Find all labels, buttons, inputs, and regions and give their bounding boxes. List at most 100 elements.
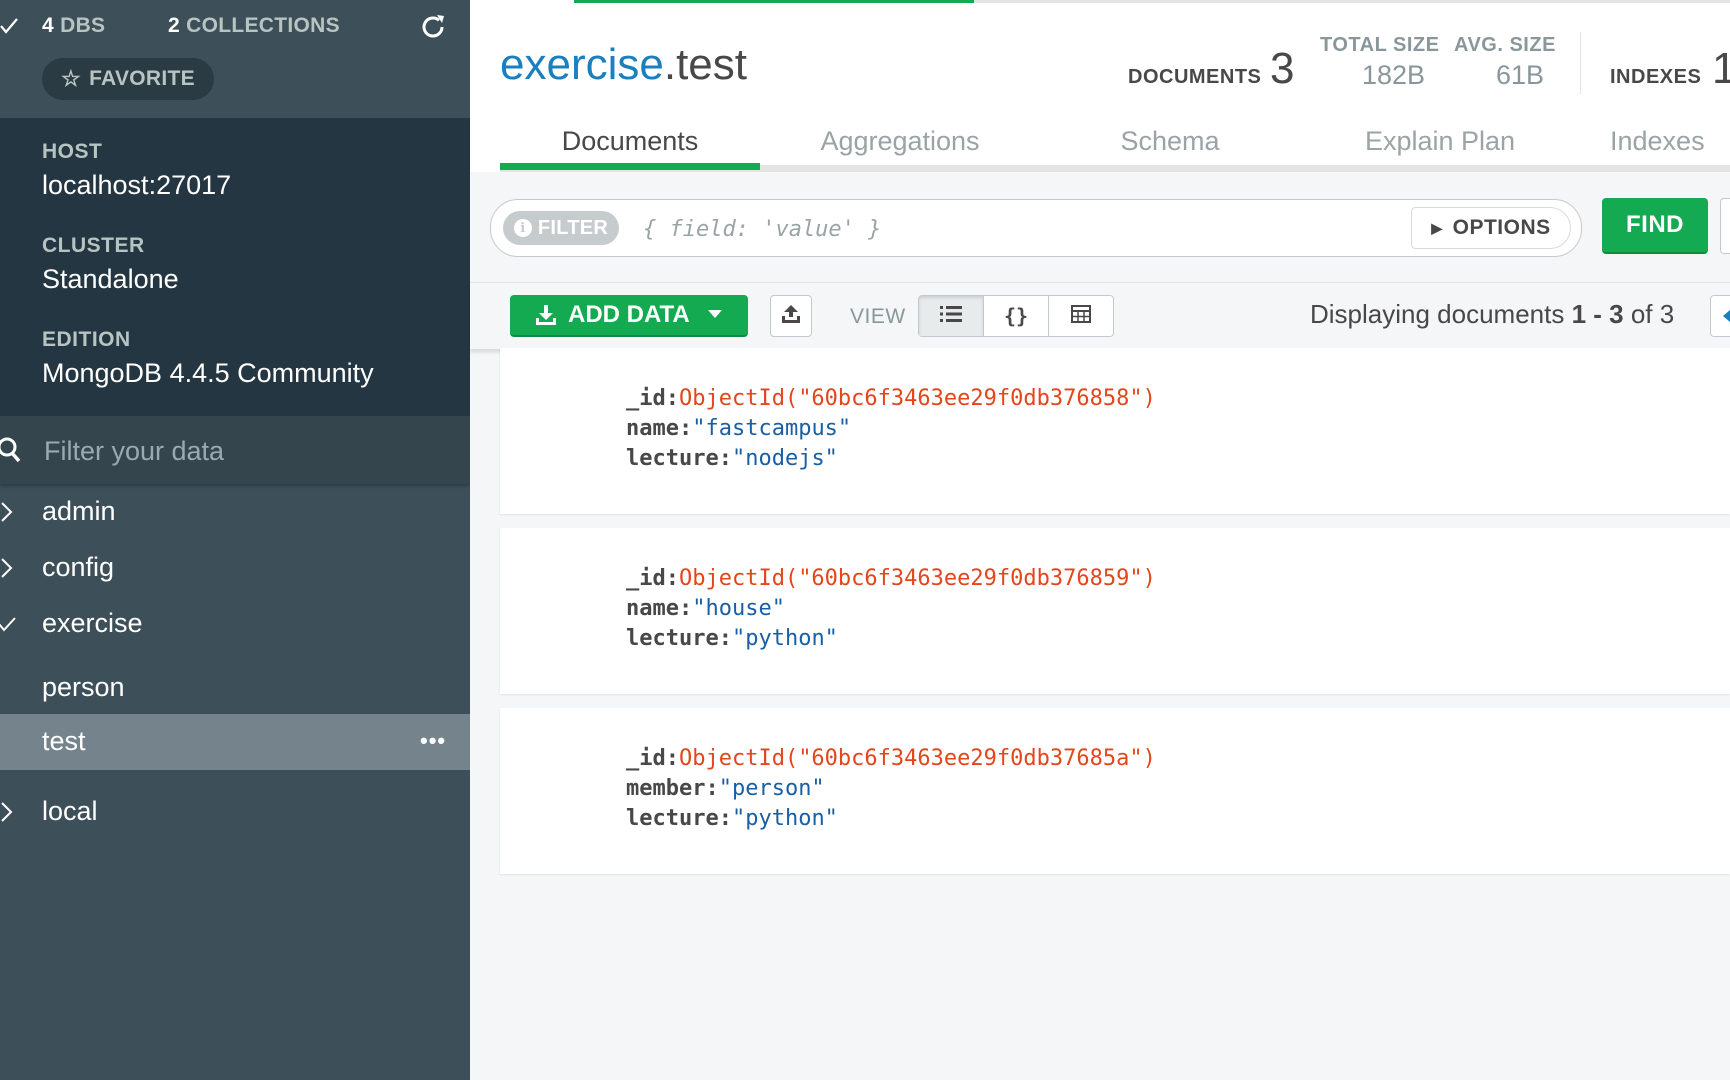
prev-page-button[interactable] [1710,295,1730,337]
pagination-total: 3 [1659,299,1675,329]
table-view-button[interactable] [1049,296,1113,336]
document-field: name:"house" [626,596,785,621]
stats-divider [1580,32,1581,94]
document-field: _id:ObjectId("60bc6f3463ee29f0db37685a") [626,746,1156,771]
collection-header: exercise.test DOCUMENTS 3 TOTAL SIZE 182… [470,0,1730,172]
document-field: lecture:"nodejs" [626,446,838,471]
main-panel: exercise.test DOCUMENTS 3 TOTAL SIZE 182… [470,0,1730,1080]
db-name: admin [42,496,116,526]
namespace-db[interactable]: exercise [500,40,664,89]
document-list: _id:ObjectId("60bc6f3463ee29f0db376858")… [470,348,1730,888]
documents-label: DOCUMENTS [1128,66,1262,88]
options-button[interactable]: ▶ OPTIONS [1411,207,1571,249]
tab-aggregations[interactable]: Aggregations [770,110,1030,172]
tab-strip-rule [974,0,1730,3]
more-icon[interactable]: ••• [420,728,446,754]
db-name: config [42,552,115,582]
json-view-icon: {} [1003,304,1029,328]
field-key: lecture: [626,806,732,831]
tab-indexes[interactable]: Indexes [1580,110,1730,172]
view-switcher: {} [918,295,1114,337]
document-card[interactable]: _id:ObjectId("60bc6f3463ee29f0db37685a")… [500,708,1730,874]
sidebar-filter [0,416,470,484]
add-data-button[interactable]: ADD DATA [510,295,748,337]
indexes-label: INDEXES [1610,66,1702,88]
pagination-summary: Displaying documents 1 - 3 of 3 [1310,299,1674,330]
document-card[interactable]: _id:ObjectId("60bc6f3463ee29f0db376858")… [500,348,1730,514]
field-value: "fastcampus" [692,416,852,441]
pagination-of: of [1623,299,1660,329]
options-label: OPTIONS [1452,216,1551,239]
check-icon[interactable] [0,16,18,36]
cluster-value: Standalone [42,264,179,294]
total-size-value: 182B [1362,60,1426,90]
chevron-right-icon [0,556,16,580]
sidebar: 4 DBS 2 COLLECTIONS ☆ FAVORITE HOST loca… [0,0,470,1080]
sidebar-filter-input[interactable] [42,430,446,472]
db-name: local [42,796,98,826]
sidebar-db-admin[interactable]: admin [0,484,470,540]
filter-input[interactable] [641,210,1345,248]
field-value: ObjectId("60bc6f3463ee29f0db37685a") [678,746,1156,771]
db-count-number: 4 [42,14,54,37]
caret-right-icon: ▶ [1431,219,1443,236]
tab-label: Documents [561,125,699,156]
avg-size-value: 61B [1496,60,1545,90]
document-field: _id:ObjectId("60bc6f3463ee29f0db376859") [626,566,1156,591]
sidebar-db-exercise[interactable]: exercise [0,596,470,652]
field-key: lecture: [626,626,732,651]
namespace-title: exercise.test [500,40,747,90]
active-tab-underline [500,163,760,170]
document-card[interactable]: _id:ObjectId("60bc6f3463ee29f0db376859")… [500,528,1730,694]
field-value: ObjectId("60bc6f3463ee29f0db376859") [678,566,1156,591]
collection-count-number: 2 [168,14,180,37]
tab-explain-plan[interactable]: Explain Plan [1310,110,1570,172]
db-count-label: DBS [60,14,106,37]
search-icon [0,435,22,465]
cluster-label: CLUSTER [42,234,145,257]
instance-info: HOST localhost:27017 CLUSTER Standalone … [0,118,470,416]
db-count: 4 DBS [42,14,105,44]
edition-label: EDITION [42,328,131,351]
host-label: HOST [42,140,103,163]
find-button[interactable]: FIND [1602,198,1708,254]
field-value: "python" [731,626,838,651]
tab-schema[interactable]: Schema [1040,110,1300,172]
export-button[interactable] [770,295,812,337]
sidebar-collection-test[interactable]: test ••• [0,714,470,770]
find-label: FIND [1626,211,1684,238]
field-key: lecture: [626,446,732,471]
json-view-button[interactable]: {} [984,296,1049,336]
field-key: name: [626,596,693,621]
field-value: "person" [718,776,825,801]
field-value: ObjectId("60bc6f3463ee29f0db376858") [678,386,1156,411]
edition-value: MongoDB 4.4.5 Community [42,358,374,388]
sidebar-db-config[interactable]: config [0,540,470,596]
field-key: name: [626,416,693,441]
tab-strip-indicator [574,0,974,3]
documents-toolbar: ADD DATA VIEW {} Displaying documents 1 … [470,282,1730,349]
range-separator: - [1586,299,1610,329]
collection-count: 2 COLLECTIONS [168,14,340,44]
caret-down-icon [708,310,722,318]
favorite-button[interactable]: ☆ FAVORITE [42,58,214,100]
table-view-icon [1071,304,1091,328]
tab-label: Schema [1120,125,1220,156]
tab-label: Indexes [1610,125,1705,156]
document-field: member:"person" [626,776,825,801]
upload-icon [780,303,802,330]
sidebar-db-local[interactable]: local [0,784,470,840]
document-field: _id:ObjectId("60bc6f3463ee29f0db376858") [626,386,1156,411]
sidebar-top: 4 DBS 2 COLLECTIONS ☆ FAVORITE [0,0,470,118]
documents-count: 3 [1270,44,1295,93]
db-name: exercise [42,608,143,638]
refresh-icon[interactable] [418,12,448,42]
list-view-button[interactable] [919,296,984,336]
chevron-right-icon [0,500,16,524]
sidebar-collection-person[interactable]: person [0,660,470,716]
reset-button[interactable] [1720,198,1730,254]
filter-pill: i FILTER [503,211,619,245]
info-icon[interactable]: i [513,219,532,237]
add-data-label: ADD DATA [568,301,690,328]
field-value: "python" [731,806,838,831]
